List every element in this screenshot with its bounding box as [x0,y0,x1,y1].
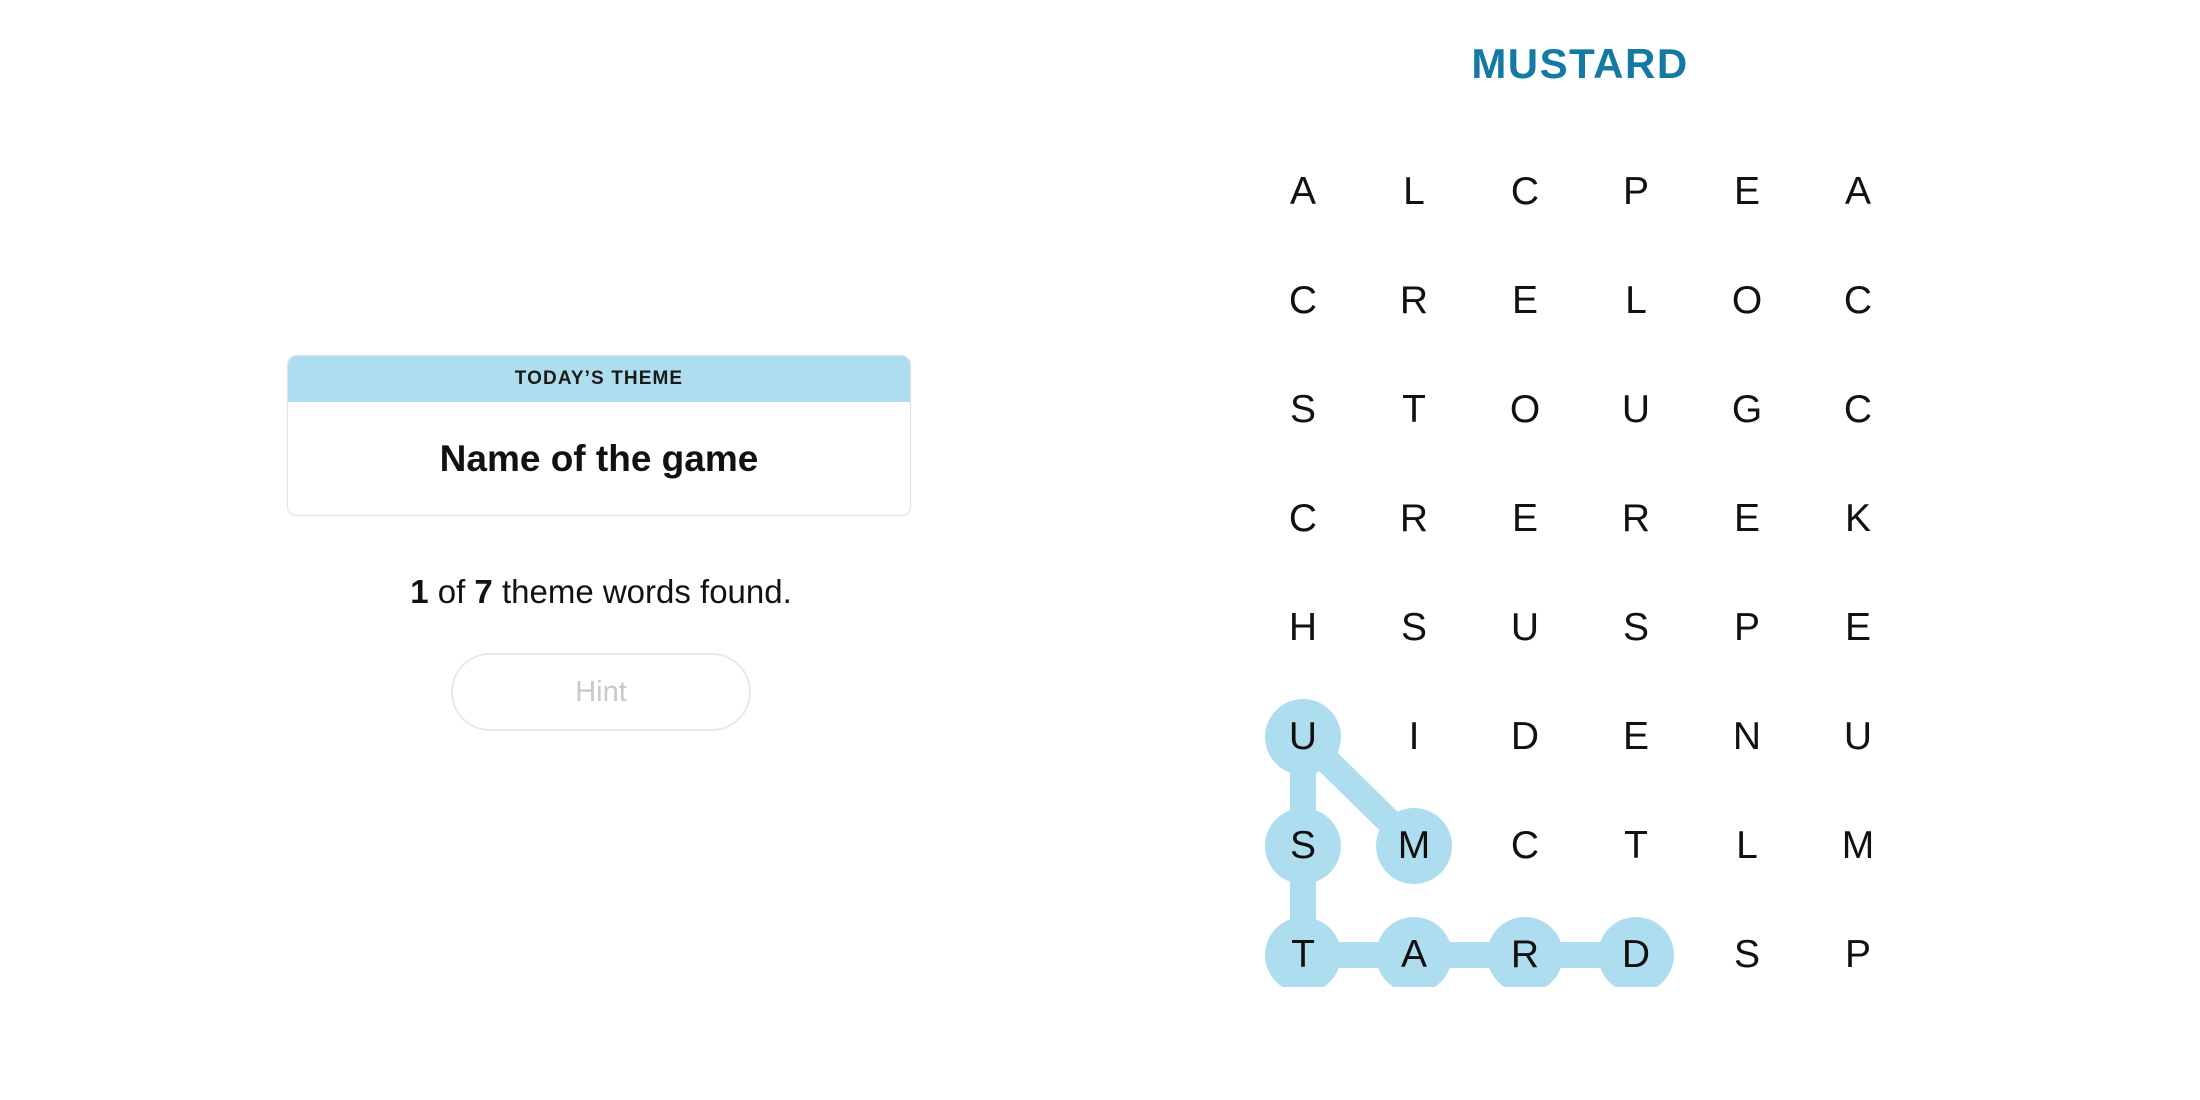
grid-cell[interactable]: T [1265,917,1341,993]
grid-cell[interactable]: S [1376,590,1452,666]
puzzle-title: MUSTARD [1471,40,1689,87]
word-search-grid[interactable]: ALCPEACRELOCSTOUGCCREREKHSUSPEUIDENUSMCT… [1245,147,1915,987]
grid-cell[interactable]: D [1487,699,1563,775]
grid-cell[interactable]: E [1820,590,1896,666]
grid-cell[interactable]: L [1709,808,1785,884]
grid-cell[interactable]: C [1487,808,1563,884]
hint-button[interactable]: Hint [451,653,751,731]
grid-cell[interactable]: P [1709,590,1785,666]
grid-cell[interactable]: T [1598,808,1674,884]
grid-cell[interactable]: E [1487,263,1563,339]
grid-cell[interactable]: D [1598,917,1674,993]
hint-button-container: Hint [287,653,915,731]
grid-cell[interactable]: O [1709,263,1785,339]
grid-cell[interactable]: R [1376,263,1452,339]
grid-cell[interactable]: C [1265,481,1341,557]
grid-cell[interactable]: U [1598,372,1674,448]
grid-cell[interactable]: C [1265,263,1341,339]
grid-cell[interactable]: M [1376,808,1452,884]
game-info-panel: TODAY’S THEME Name of the game 1 of 7 th… [287,355,915,731]
grid-cell[interactable]: C [1820,372,1896,448]
grid-cell[interactable]: T [1376,372,1452,448]
grid-cell[interactable]: S [1709,917,1785,993]
grid-cell[interactable]: U [1265,699,1341,775]
grid-cell[interactable]: N [1709,699,1785,775]
progress-connector: of [428,573,475,610]
grid-cell[interactable]: C [1820,263,1896,339]
theme-card-header-label: TODAY’S THEME [514,368,684,389]
grid-cell[interactable]: K [1820,481,1896,557]
grid-cell[interactable]: U [1820,699,1896,775]
progress-suffix: theme words found. [492,573,792,610]
grid-cell[interactable]: R [1487,917,1563,993]
grid-cell[interactable]: E [1709,481,1785,557]
progress-found-count: 1 [410,573,429,610]
theme-card-header: TODAY’S THEME [288,356,910,402]
todays-theme-card: TODAY’S THEME Name of the game [287,355,911,516]
grid-cell[interactable]: G [1709,372,1785,448]
grid-cell[interactable]: E [1598,699,1674,775]
grid-letter-layer: ALCPEACRELOCSTOUGCCREREKHSUSPEUIDENUSMCT… [1245,147,1915,987]
grid-cell[interactable]: O [1487,372,1563,448]
grid-cell[interactable]: A [1265,154,1341,230]
grid-cell[interactable]: P [1820,917,1896,993]
grid-cell[interactable]: C [1487,154,1563,230]
grid-cell[interactable]: R [1376,481,1452,557]
grid-cell[interactable]: A [1376,917,1452,993]
grid-cell[interactable]: S [1598,590,1674,666]
grid-cell[interactable]: S [1265,372,1341,448]
grid-cell[interactable]: L [1376,154,1452,230]
grid-cell[interactable]: L [1598,263,1674,339]
grid-cell[interactable]: A [1820,154,1896,230]
grid-cell[interactable]: H [1265,590,1341,666]
grid-cell[interactable]: E [1709,154,1785,230]
puzzle-panel: MUSTARD ALCPEACRELOCSTOUGCCREREKHSUSPEUI… [1245,40,1915,987]
theme-words-progress: 1 of 7 theme words found. [287,573,915,611]
grid-cell[interactable]: U [1487,590,1563,666]
grid-cell[interactable]: P [1598,154,1674,230]
grid-cell[interactable]: S [1265,808,1341,884]
grid-cell[interactable]: R [1598,481,1674,557]
progress-total-count: 7 [474,573,493,610]
grid-cell[interactable]: M [1820,808,1896,884]
theme-text: Name of the game [439,437,759,479]
word-search-game-page: TODAY’S THEME Name of the game 1 of 7 th… [0,0,2200,1100]
grid-cell[interactable]: E [1487,481,1563,557]
grid-cell[interactable]: I [1376,699,1452,775]
theme-card-body: Name of the game [288,402,910,515]
